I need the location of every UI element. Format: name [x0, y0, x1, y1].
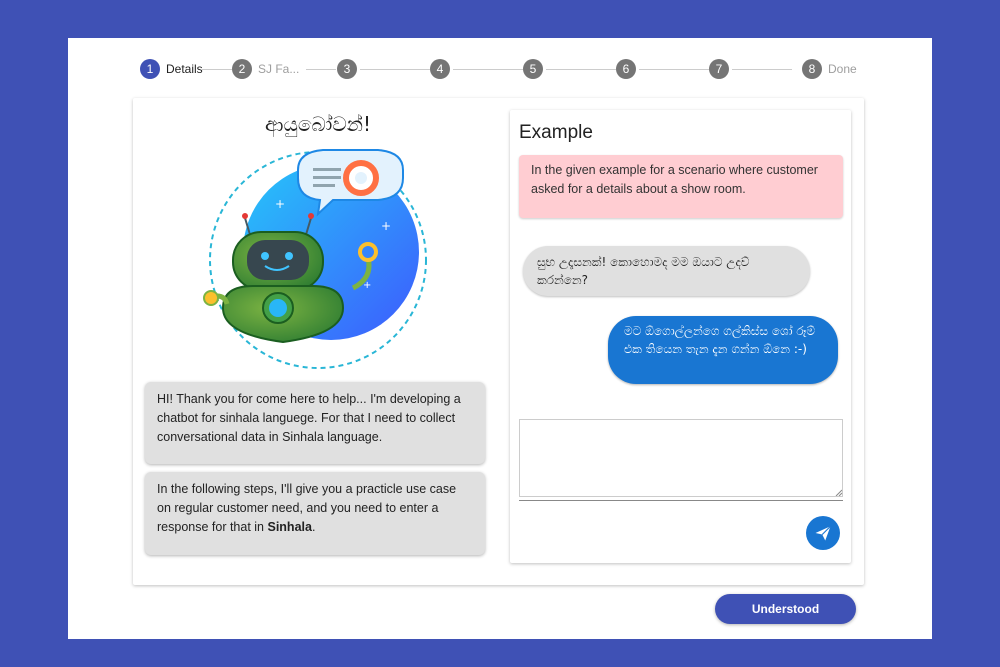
step-number: 4 [430, 59, 450, 79]
example-title: Example [519, 122, 593, 143]
understood-button[interactable]: Understood [715, 594, 856, 624]
example-panel: Example In the given example for a scena… [510, 110, 851, 563]
step-connector [360, 69, 430, 70]
step-connector [546, 69, 616, 70]
step-connector [732, 69, 792, 70]
resize-grip-icon[interactable] [835, 489, 842, 496]
step-number: 7 [709, 59, 729, 79]
step-number: 1 [140, 59, 160, 79]
step-4[interactable]: 4 [430, 58, 450, 80]
outgoing-message: මට ඕගොල්ලන්ගෙ ගල්කිස්ස ශෝ රූම් එක තියෙන … [608, 316, 838, 384]
step-number: 8 [802, 59, 822, 79]
step-label: SJ Fa... [258, 62, 300, 76]
svg-text:+: + [275, 197, 285, 211]
step-connector [453, 69, 523, 70]
intro-message-1: HI! Thank you for come here to help... I… [145, 382, 485, 464]
step-label: Details [166, 62, 203, 76]
step-8[interactable]: 8 Done [802, 58, 857, 80]
step-1[interactable]: 1 Details [140, 58, 203, 80]
main-card: ආයුබෝවන්! + + + HI! Thank you for come h… [133, 98, 864, 585]
step-connector [306, 69, 336, 70]
robot-illustration: + + + + [203, 149, 427, 369]
step-number: 6 [616, 59, 636, 79]
step-connector [202, 69, 232, 70]
step-5[interactable]: 5 [523, 58, 543, 80]
incoming-message: සුභ උදෑසනක්! කොහොමද මම ඔයාට උදව් කරන්නෙ? [523, 246, 810, 296]
step-number: 3 [337, 59, 357, 79]
step-2[interactable]: 2 SJ Fa... [232, 58, 299, 80]
intro-message-2: In the following steps, I'll give you a … [145, 472, 485, 555]
stepper: 1 Details 2 SJ Fa... 3 4 5 6 7 8 Done [68, 58, 932, 80]
step-6[interactable]: 6 [616, 58, 636, 80]
send-icon [815, 525, 831, 541]
step-number: 5 [523, 59, 543, 79]
step-label: Done [828, 62, 857, 76]
greeting-title: ආයුබෝවන්! [265, 112, 371, 136]
reply-input[interactable] [519, 419, 843, 497]
example-description: In the given example for a scenario wher… [519, 155, 843, 218]
step-3[interactable]: 3 [337, 58, 357, 80]
input-underline [519, 500, 843, 501]
step-connector [639, 69, 709, 70]
step-7[interactable]: 7 [709, 58, 729, 80]
intro-message-2-bold: Sinhala [267, 520, 312, 534]
send-button[interactable] [806, 516, 840, 550]
intro-message-2-end: . [311, 520, 316, 534]
step-number: 2 [232, 59, 252, 79]
svg-text:+: + [381, 219, 391, 233]
page-container: 1 Details 2 SJ Fa... 3 4 5 6 7 8 Done ආය… [68, 38, 932, 639]
